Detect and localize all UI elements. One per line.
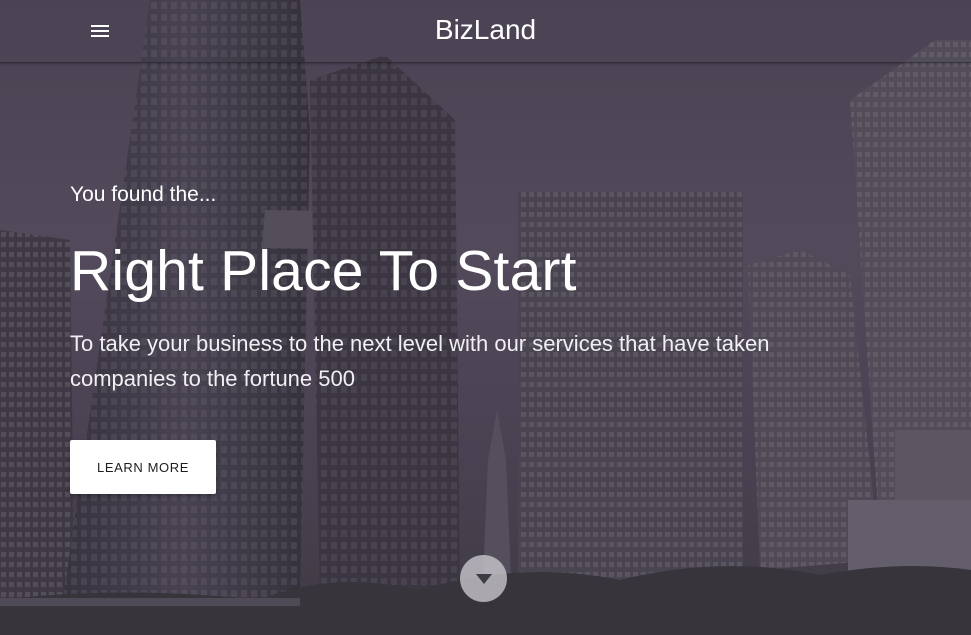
scroll-down-button[interactable] xyxy=(460,555,507,602)
caret-down-icon xyxy=(475,573,492,584)
hero-kicker: You found the... xyxy=(70,183,217,206)
brand-logo-link[interactable]: BizLand xyxy=(435,14,536,45)
brand-container: BizLand xyxy=(0,12,971,48)
hero-content: You found the... Right Place To Start To… xyxy=(70,180,850,396)
menu-button[interactable] xyxy=(84,16,116,46)
hero-lead-text: To take your business to the next level … xyxy=(70,331,770,391)
hamburger-menu-icon xyxy=(91,25,109,37)
learn-more-button[interactable]: LEARN MORE xyxy=(70,440,216,494)
hero-section: BizLand You found the... Right Place To … xyxy=(0,0,971,635)
top-navbar: BizLand xyxy=(0,0,971,63)
hero-headline: Right Place To Start xyxy=(70,239,577,303)
